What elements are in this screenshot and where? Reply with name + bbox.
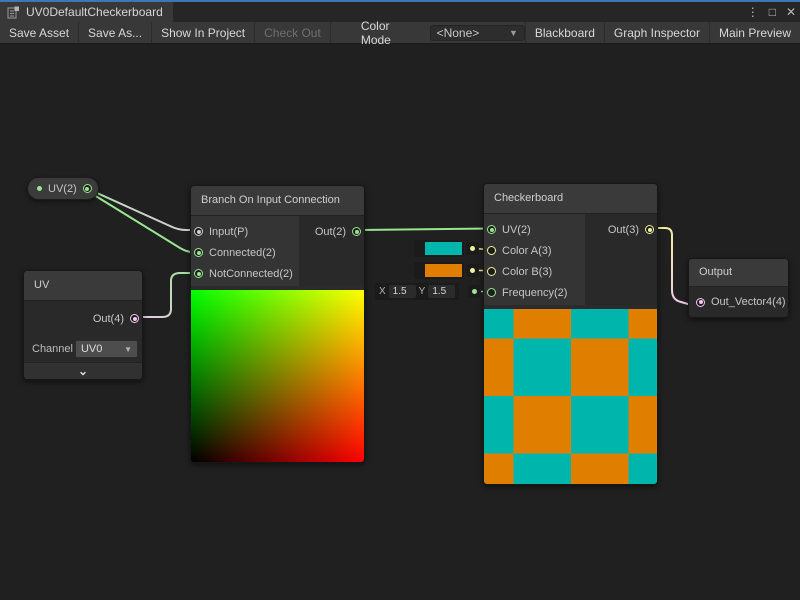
uv-channel-label: Channel [32, 343, 73, 355]
input-ports-section: Input(P) Connected(2) NotConnected(2) [191, 216, 299, 286]
branch-out-port[interactable] [352, 227, 361, 236]
maximize-icon[interactable]: □ [769, 2, 776, 22]
graph-canvas[interactable]: UV(2) UV Out(4) Channel UV0 ▼ ⌄ Branch O… [0, 44, 800, 600]
edge-uvpill-to-connected[interactable] [86, 190, 192, 252]
input-p-port[interactable] [194, 227, 203, 236]
uv-out-port[interactable] [130, 314, 139, 323]
color-mode-group: Color Mode <None> ▼ [361, 22, 525, 43]
port-row-out: Out(2) [299, 221, 364, 242]
output-ports-section: Out(2) [299, 216, 364, 286]
edge-branchout-to-checkeruv[interactable] [358, 229, 490, 231]
checkerboard-node-preview [484, 309, 657, 484]
uv-channel-select[interactable]: UV0 ▼ [75, 340, 138, 358]
node-title[interactable]: UV [24, 271, 142, 301]
blackboard-toggle[interactable]: Blackboard [525, 22, 604, 43]
connector-dot [472, 289, 477, 294]
close-icon[interactable]: ✕ [786, 2, 796, 22]
dropdown-arrow-icon: ▼ [124, 345, 132, 354]
node-state-dot [37, 186, 42, 191]
branch-node-preview [191, 290, 364, 462]
save-asset-button[interactable]: Save Asset [0, 22, 79, 43]
checker-uv-port[interactable] [487, 225, 496, 234]
port-row-input: Input(P) [191, 221, 299, 242]
node-title[interactable]: Checkerboard [484, 184, 657, 214]
port-label: NotConnected(2) [209, 268, 293, 280]
connector-dot [470, 268, 475, 273]
node-title[interactable]: Branch On Input Connection [191, 186, 364, 216]
check-out-button: Check Out [255, 22, 331, 43]
freq-y-label: Y [419, 286, 426, 297]
port-label: Out(2) [315, 226, 346, 238]
tab-shader-graph[interactable]: UV0DefaultCheckerboard [0, 2, 173, 22]
port-row-out: Out(3) [585, 219, 657, 240]
show-in-project-button[interactable]: Show In Project [152, 22, 255, 43]
color-mode-value: <None> [437, 26, 480, 40]
uv-collapse-button[interactable]: ⌄ [24, 362, 142, 379]
node-title[interactable]: Output [689, 259, 788, 287]
port-row-color-a: Color A(3) [484, 240, 585, 261]
uv-out-label: Out(4) [93, 313, 124, 325]
shader-graph-icon [7, 6, 20, 19]
main-preview-toggle[interactable]: Main Preview [709, 22, 800, 43]
graph-inspector-toggle[interactable]: Graph Inspector [604, 22, 709, 43]
port-label: Frequency(2) [502, 287, 567, 299]
color-a-swatch[interactable] [425, 242, 462, 255]
port-label: Connected(2) [209, 247, 276, 259]
color-b-connector [466, 264, 479, 277]
chevron-down-icon: ⌄ [78, 366, 88, 376]
color-b-field[interactable] [414, 262, 464, 279]
freq-x-input[interactable]: 1.5 [389, 285, 416, 298]
uv2-pill-label: UV(2) [48, 183, 77, 195]
freq-y-input[interactable]: 1.5 [428, 285, 455, 298]
color-a-port[interactable] [487, 246, 496, 255]
checker-out-port[interactable] [645, 225, 654, 234]
toolbar: Save Asset Save As... Show In Project Ch… [0, 22, 800, 44]
port-row-color-b: Color B(3) [484, 261, 585, 282]
port-label: Input(P) [209, 226, 248, 238]
uv-out-row: Out(4) [24, 301, 142, 336]
notconnected-port[interactable] [194, 269, 203, 278]
port-label: Out(3) [608, 224, 639, 236]
frequency-field: X 1.5 Y 1.5 [375, 283, 459, 300]
output-ports-section: Out(3) [585, 214, 657, 305]
port-row-notconnected: NotConnected(2) [191, 263, 299, 284]
tab-title: UV0DefaultCheckerboard [26, 5, 163, 19]
window-controls: ⋮ □ ✕ [747, 2, 796, 22]
node-checkerboard[interactable]: Checkerboard UV(2) Color A(3) Color B(3) [483, 183, 658, 485]
node-branch-on-input-connection[interactable]: Branch On Input Connection Input(P) Conn… [190, 185, 365, 463]
input-ports-section: UV(2) Color A(3) Color B(3) Frequency(2) [484, 214, 585, 305]
color-a-field[interactable] [414, 240, 464, 257]
frequency-connector [468, 285, 481, 298]
port-label: Color B(3) [502, 266, 552, 278]
uv-channel-value: UV0 [81, 343, 102, 355]
color-mode-select[interactable]: <None> ▼ [430, 25, 525, 41]
uv2-pill-out-port[interactable] [83, 184, 92, 193]
port-row-out-vector4: Out_Vector4(4) [689, 287, 788, 317]
connected-port[interactable] [194, 248, 203, 257]
panel-toggle-group: Blackboard Graph Inspector Main Preview [525, 22, 800, 43]
port-label: UV(2) [502, 224, 531, 236]
node-uv[interactable]: UV Out(4) Channel UV0 ▼ ⌄ [23, 270, 143, 380]
out-vector4-port[interactable] [696, 298, 705, 307]
uv-channel-row: Channel UV0 ▼ [24, 336, 142, 362]
freq-x-label: X [379, 286, 386, 297]
port-label: Out_Vector4(4) [711, 296, 786, 308]
node-uv2-pill[interactable]: UV(2) [27, 177, 99, 200]
frequency-port[interactable] [487, 288, 496, 297]
color-b-swatch[interactable] [425, 264, 462, 277]
color-a-connector [466, 242, 479, 255]
connector-dot [470, 246, 475, 251]
port-label: Color A(3) [502, 245, 552, 257]
port-row-uv: UV(2) [484, 219, 585, 240]
color-mode-label: Color Mode [361, 19, 422, 47]
save-as-button[interactable]: Save As... [79, 22, 152, 43]
dropdown-arrow-icon: ▼ [509, 28, 518, 38]
color-b-port[interactable] [487, 267, 496, 276]
node-output[interactable]: Output Out_Vector4(4) [688, 258, 789, 318]
edge-uvout-to-notconnected[interactable] [136, 273, 192, 317]
port-row-frequency: Frequency(2) [484, 282, 585, 303]
more-options-icon[interactable]: ⋮ [747, 2, 759, 22]
port-row-connected: Connected(2) [191, 242, 299, 263]
